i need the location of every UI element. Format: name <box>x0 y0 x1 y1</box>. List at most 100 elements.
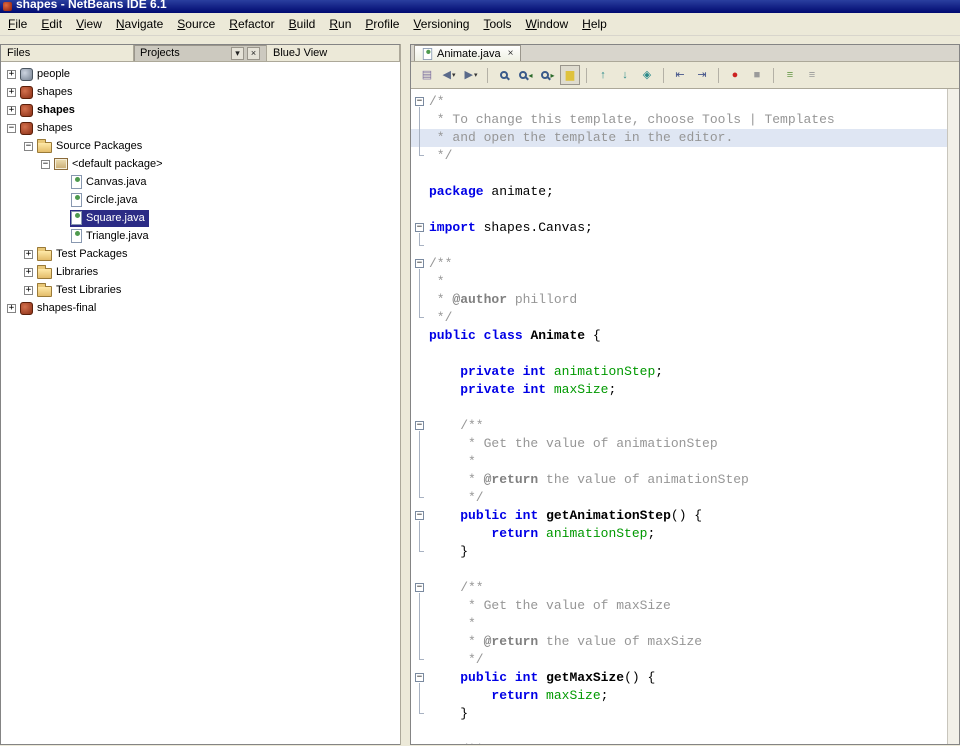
tree-item-source-packages[interactable]: −Source Packages <box>1 137 400 155</box>
menu-profile[interactable]: Profile <box>358 14 406 34</box>
expand-icon[interactable]: + <box>24 268 33 277</box>
code-line[interactable]: * Get the value of animationStep <box>411 435 947 453</box>
tree-item-shapes[interactable]: +shapes <box>1 83 400 101</box>
code-line[interactable]: * <box>411 453 947 471</box>
code-line[interactable]: */ <box>411 489 947 507</box>
panel-splitter[interactable] <box>400 44 410 745</box>
forward-icon[interactable]: ▶▾ <box>461 65 481 85</box>
toggle-highlight-icon[interactable]: ▆ <box>560 65 580 85</box>
code-line[interactable]: −/** <box>411 255 947 273</box>
expand-icon[interactable]: + <box>24 250 33 259</box>
tree-item-test-libraries[interactable]: +Test Libraries <box>1 281 400 299</box>
code-line[interactable]: * and open the template in the editor. <box>411 129 947 147</box>
tree-item-test-packages[interactable]: +Test Packages <box>1 245 400 263</box>
fold-start-icon[interactable]: − <box>411 579 429 597</box>
code-line[interactable] <box>411 723 947 741</box>
stop-macro-icon[interactable]: ■ <box>747 65 767 85</box>
collapse-icon[interactable]: − <box>41 160 50 169</box>
code-line[interactable]: * <box>411 615 947 633</box>
fold-start-icon[interactable]: − <box>411 417 429 435</box>
menu-window[interactable]: Window <box>518 14 575 34</box>
code-line[interactable]: */ <box>411 651 947 669</box>
shift-left-icon[interactable]: ⇤ <box>670 65 690 85</box>
tree-item-square-java[interactable]: Square.java <box>1 209 400 227</box>
code-line[interactable]: return maxSize; <box>411 687 947 705</box>
code-line[interactable] <box>411 561 947 579</box>
menu-edit[interactable]: Edit <box>34 14 69 34</box>
code-line[interactable]: − /** <box>411 579 947 597</box>
collapse-icon[interactable]: − <box>24 142 33 151</box>
code-line[interactable]: − public int getMaxSize() { <box>411 669 947 687</box>
fold-start-icon[interactable]: − <box>411 669 429 687</box>
menu-source[interactable]: Source <box>170 14 222 34</box>
code-line[interactable]: − public int getAnimationStep() { <box>411 507 947 525</box>
expand-icon[interactable]: + <box>7 88 16 97</box>
code-line[interactable]: * To change this template, choose Tools … <box>411 111 947 129</box>
tree-item-libraries[interactable]: +Libraries <box>1 263 400 281</box>
code-line[interactable] <box>411 165 947 183</box>
code-line[interactable]: − /** <box>411 741 947 744</box>
toggle-bookmark-icon[interactable]: ◈ <box>637 65 657 85</box>
tab-bluej-view[interactable]: BlueJ View <box>267 45 400 61</box>
collapse-icon[interactable]: − <box>7 124 16 133</box>
start-macro-icon[interactable]: ● <box>725 65 745 85</box>
fold-start-icon[interactable]: − <box>411 255 429 273</box>
code-line[interactable]: −/* <box>411 93 947 111</box>
code-line[interactable]: */ <box>411 309 947 327</box>
fold-start-icon[interactable]: − <box>411 93 429 111</box>
code-line[interactable]: * Get the value of maxSize <box>411 597 947 615</box>
editor-tab-close-icon[interactable]: × <box>508 48 514 59</box>
code-line[interactable]: private int maxSize; <box>411 381 947 399</box>
back-icon[interactable]: ◀▾ <box>439 65 459 85</box>
error-stripe[interactable] <box>947 89 959 744</box>
expand-icon[interactable]: + <box>7 304 16 313</box>
code-line[interactable]: * @return the value of animationStep <box>411 471 947 489</box>
last-edit-location-icon[interactable]: ▤ <box>417 65 437 85</box>
find-next-icon[interactable]: ▸ <box>538 65 558 85</box>
fold-start-icon[interactable]: − <box>411 219 429 237</box>
code-line[interactable] <box>411 399 947 417</box>
code-line[interactable] <box>411 201 947 219</box>
code-line[interactable]: private int animationStep; <box>411 363 947 381</box>
code-line[interactable] <box>411 237 947 255</box>
code-line[interactable]: −import shapes.Canvas; <box>411 219 947 237</box>
menu-navigate[interactable]: Navigate <box>109 14 170 34</box>
menu-build[interactable]: Build <box>282 14 323 34</box>
previous-bookmark-icon[interactable]: ↑ <box>593 65 613 85</box>
code-line[interactable]: } <box>411 705 947 723</box>
menu-tools[interactable]: Tools <box>476 14 518 34</box>
tree-item-people[interactable]: +people <box>1 65 400 83</box>
tree-item-shapes-final[interactable]: +shapes-final <box>1 299 400 317</box>
tree-item-shapes[interactable]: −shapes <box>1 119 400 137</box>
find-previous-icon[interactable]: ◂ <box>516 65 536 85</box>
menu-view[interactable]: View <box>69 14 109 34</box>
menu-help[interactable]: Help <box>575 14 614 34</box>
code-line[interactable] <box>411 345 947 363</box>
uncomment-icon[interactable]: ≡ <box>802 65 822 85</box>
tree-item-circle-java[interactable]: Circle.java <box>1 191 400 209</box>
shift-right-icon[interactable]: ⇥ <box>692 65 712 85</box>
code-line[interactable]: public class Animate { <box>411 327 947 345</box>
menu-run[interactable]: Run <box>322 14 358 34</box>
tab-close-icon[interactable]: × <box>247 47 260 60</box>
code-line[interactable]: * <box>411 273 947 291</box>
tab-projects[interactable]: Projects▾× <box>134 45 267 61</box>
comment-icon[interactable]: ≡ <box>780 65 800 85</box>
expand-icon[interactable]: + <box>24 286 33 295</box>
expand-icon[interactable]: + <box>7 106 16 115</box>
fold-start-icon[interactable]: − <box>411 741 429 744</box>
tree-item-shapes[interactable]: +shapes <box>1 101 400 119</box>
code-line[interactable]: * @return the value of maxSize <box>411 633 947 651</box>
tree-item--default-package-[interactable]: −<default package> <box>1 155 400 173</box>
code-line[interactable]: */ <box>411 147 947 165</box>
code-line[interactable]: package animate; <box>411 183 947 201</box>
menu-file[interactable]: File <box>1 14 34 34</box>
find-selection-icon[interactable] <box>494 65 514 85</box>
code-line[interactable]: * @author phillord <box>411 291 947 309</box>
code-area[interactable]: −/* * To change this template, choose To… <box>411 89 947 744</box>
fold-start-icon[interactable]: − <box>411 507 429 525</box>
menu-versioning[interactable]: Versioning <box>406 14 476 34</box>
tree-item-canvas-java[interactable]: Canvas.java <box>1 173 400 191</box>
code-line[interactable]: } <box>411 543 947 561</box>
tab-files[interactable]: Files <box>1 45 134 61</box>
